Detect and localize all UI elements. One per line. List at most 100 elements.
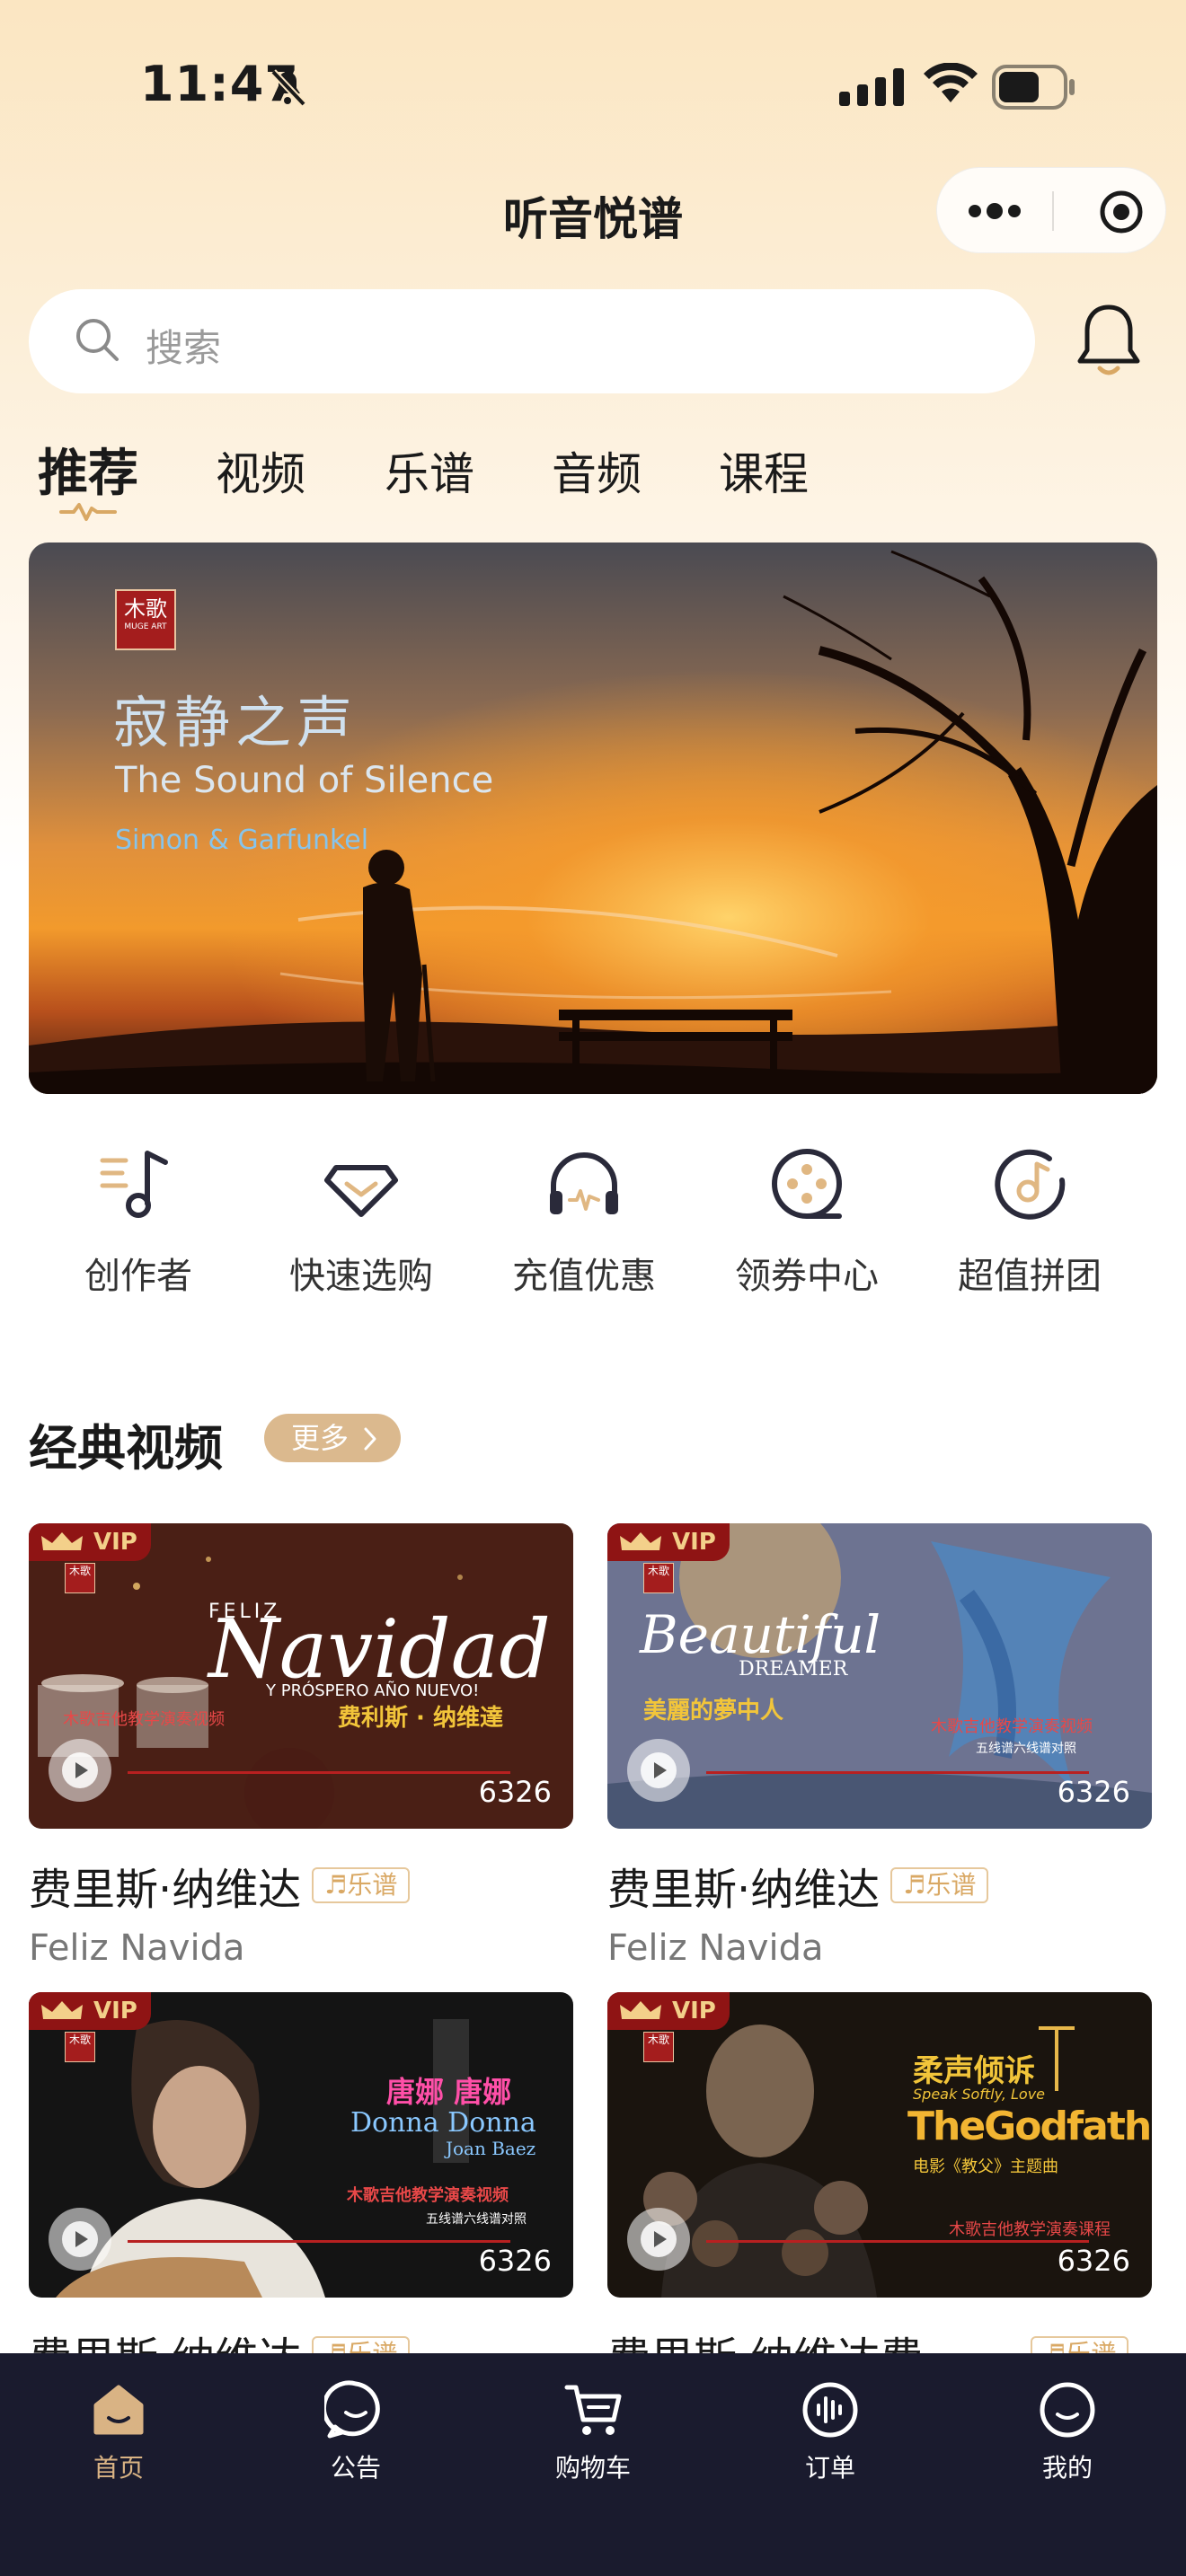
tabbar-item-cart[interactable]: 购物车 [521,2378,665,2484]
smile-icon [1040,2382,1095,2438]
tabbar-label: 首页 [93,2453,144,2483]
video-progress-line [128,2240,510,2243]
brand-logo-small: 木歌 [643,1563,674,1593]
play-button[interactable] [49,1739,111,1802]
video-card[interactable]: 唐娜 唐娜 Donna Donna Joan Baez 木歌吉他教学演奏视频 五… [29,1992,573,2386]
tabbar-label: 订单 [804,2453,855,2483]
more-button[interactable]: 更多 [264,1414,401,1462]
video-thumbnail[interactable]: 柔声倾诉 Speak Softly, Love TheGodfather 电影《… [607,1992,1152,2298]
video-card[interactable]: FELIZ Navidad Y PRÓSPERO AÑO NUEVO! 费利斯 … [29,1523,573,1969]
chat-bubble-icon [324,2380,380,2439]
bottom-tab-bar: 首页 公告 购物车 订单 我的 [0,2353,1186,2576]
search-input[interactable]: 搜索 [29,289,1035,393]
cover-text-cn: 唐娜 唐娜 [386,2075,512,2109]
tab-score[interactable]: 乐谱 [385,438,474,503]
banner-title-cn: 寂静之声 [113,690,358,755]
crown-icon [41,2001,83,2019]
play-icon [641,1752,677,1788]
tab-course[interactable]: 课程 [719,438,809,503]
tab-audio[interactable]: 音频 [552,438,642,503]
film-reel-icon [772,1149,842,1219]
play-button[interactable] [627,1739,690,1802]
disc-icon [995,1149,1066,1220]
play-count: 6326 [1057,2244,1130,2278]
cover-text-cn: 费利斯 · 纳维達 [338,1705,503,1732]
cover-text-small: 五线谱六线谱对照 [976,1742,1076,1756]
tab-recommend[interactable]: 推荐 [38,433,138,506]
voice-wave-icon [802,2382,858,2438]
active-tab-indicator [59,503,117,521]
quick-menu-label: 快速选购 [289,1256,433,1297]
play-icon [641,2221,677,2257]
banner-title-en: The Sound of Silence [115,760,494,801]
cover-text-right: 木歌吉他教学演奏视频 [931,1717,1093,1736]
tabbar-label: 公告 [330,2453,381,2483]
miniprogram-capsule [936,167,1166,253]
quick-menu-creator[interactable]: 创作者 [49,1141,228,1299]
video-card[interactable]: Beautiful DREAMER 美麗的夢中人 木歌吉他教学演奏视频 五线谱六… [607,1523,1152,1969]
quick-menu-label: 创作者 [84,1256,192,1297]
play-count: 6326 [478,1775,552,1809]
video-card[interactable]: 柔声倾诉 Speak Softly, Love TheGodfather 电影《… [607,1992,1152,2386]
cover-text-cn: 柔声倾诉 [913,2053,1035,2089]
score-tag: ♬乐谱 [312,1867,411,1903]
cover-text-sub: Y PRÓSPERO AÑO NUEVO! [266,1681,480,1700]
diamond-icon [324,1165,398,1217]
quick-menu-label: 充值优惠 [512,1256,656,1297]
quick-menu-coupons[interactable]: 领券中心 [717,1141,897,1299]
close-miniprogram-icon[interactable] [1099,190,1144,234]
play-count: 6326 [478,2244,552,2278]
vip-badge: VIP [607,1523,730,1561]
cellular-signal-icon [839,68,904,106]
video-subtitle: Feliz Navida [29,1928,245,1969]
tab-video[interactable]: 视频 [216,438,305,503]
headphones-icon [550,1152,618,1214]
cover-text-right: 木歌吉他教学演奏视频 [347,2186,509,2205]
more-options-icon[interactable] [966,198,1023,224]
crown-icon [620,2001,661,2019]
play-button[interactable] [49,2208,111,2271]
vip-badge: VIP [607,1992,730,2030]
capsule-divider [1052,191,1054,231]
brand-logo-small: 木歌 [643,2032,674,2062]
notification-bell-icon[interactable] [1075,300,1143,381]
brand-logo: 木歌 MUGE ART [115,589,176,650]
video-title: 费里斯·纳维达 ♬乐谱 [607,1854,1152,1917]
tabbar-label: 我的 [1041,2453,1093,2483]
tabbar-item-home[interactable]: 首页 [47,2378,190,2484]
quick-menu-group-buy[interactable]: 超值拼团 [940,1141,1120,1299]
video-subtitle: Feliz Navida [607,1928,824,1969]
score-tag: ♬乐谱 [890,1867,989,1903]
play-icon [62,2221,98,2257]
video-thumbnail[interactable]: Beautiful DREAMER 美麗的夢中人 木歌吉他教学演奏视频 五线谱六… [607,1523,1152,1829]
music-note-icon [100,1151,168,1218]
tabbar-item-profile[interactable]: 我的 [996,2378,1139,2484]
section-title: 经典视频 [29,1420,223,1477]
cover-text-top: DREAMER [739,1658,848,1681]
cover-text-left: 木歌吉他教学演奏视频 [63,1710,225,1729]
search-placeholder: 搜索 [146,326,222,370]
cover-text-top: Speak Softly, Love [913,2086,1046,2103]
vip-badge: VIP [29,1523,151,1561]
tabbar-item-notice[interactable]: 公告 [284,2378,428,2484]
cover-text-main: TheGodfather [907,2104,1152,2149]
video-thumbnail[interactable]: FELIZ Navidad Y PRÓSPERO AÑO NUEVO! 费利斯 … [29,1523,573,1829]
crown-icon [41,1532,83,1550]
banner-carousel[interactable]: 木歌 MUGE ART 寂静之声 The Sound of Silence Si… [29,543,1157,1094]
tabbar-label: 购物车 [554,2453,631,2483]
quick-menu-recharge[interactable]: 充值优惠 [494,1141,674,1299]
quick-menu-label: 超值拼团 [958,1256,1102,1297]
cover-text-right: 木歌吉他教学演奏课程 [949,2220,1111,2239]
cover-text-cn: 美麗的夢中人 [643,1698,784,1725]
cart-icon [564,2385,622,2435]
vip-badge: VIP [29,1992,151,2030]
quick-menu-quick-buy[interactable]: 快速选购 [271,1141,451,1299]
banner-artist: Simon & Garfunkel [115,825,369,856]
cover-text-small: 五线谱六线谱对照 [426,2212,527,2227]
tabbar-item-orders[interactable]: 订单 [758,2378,902,2484]
video-progress-line [706,2240,1089,2243]
video-thumbnail[interactable]: 唐娜 唐娜 Donna Donna Joan Baez 木歌吉他教学演奏视频 五… [29,1992,573,2298]
video-progress-line [706,1771,1089,1774]
battery-icon [992,65,1075,110]
play-button[interactable] [627,2208,690,2271]
